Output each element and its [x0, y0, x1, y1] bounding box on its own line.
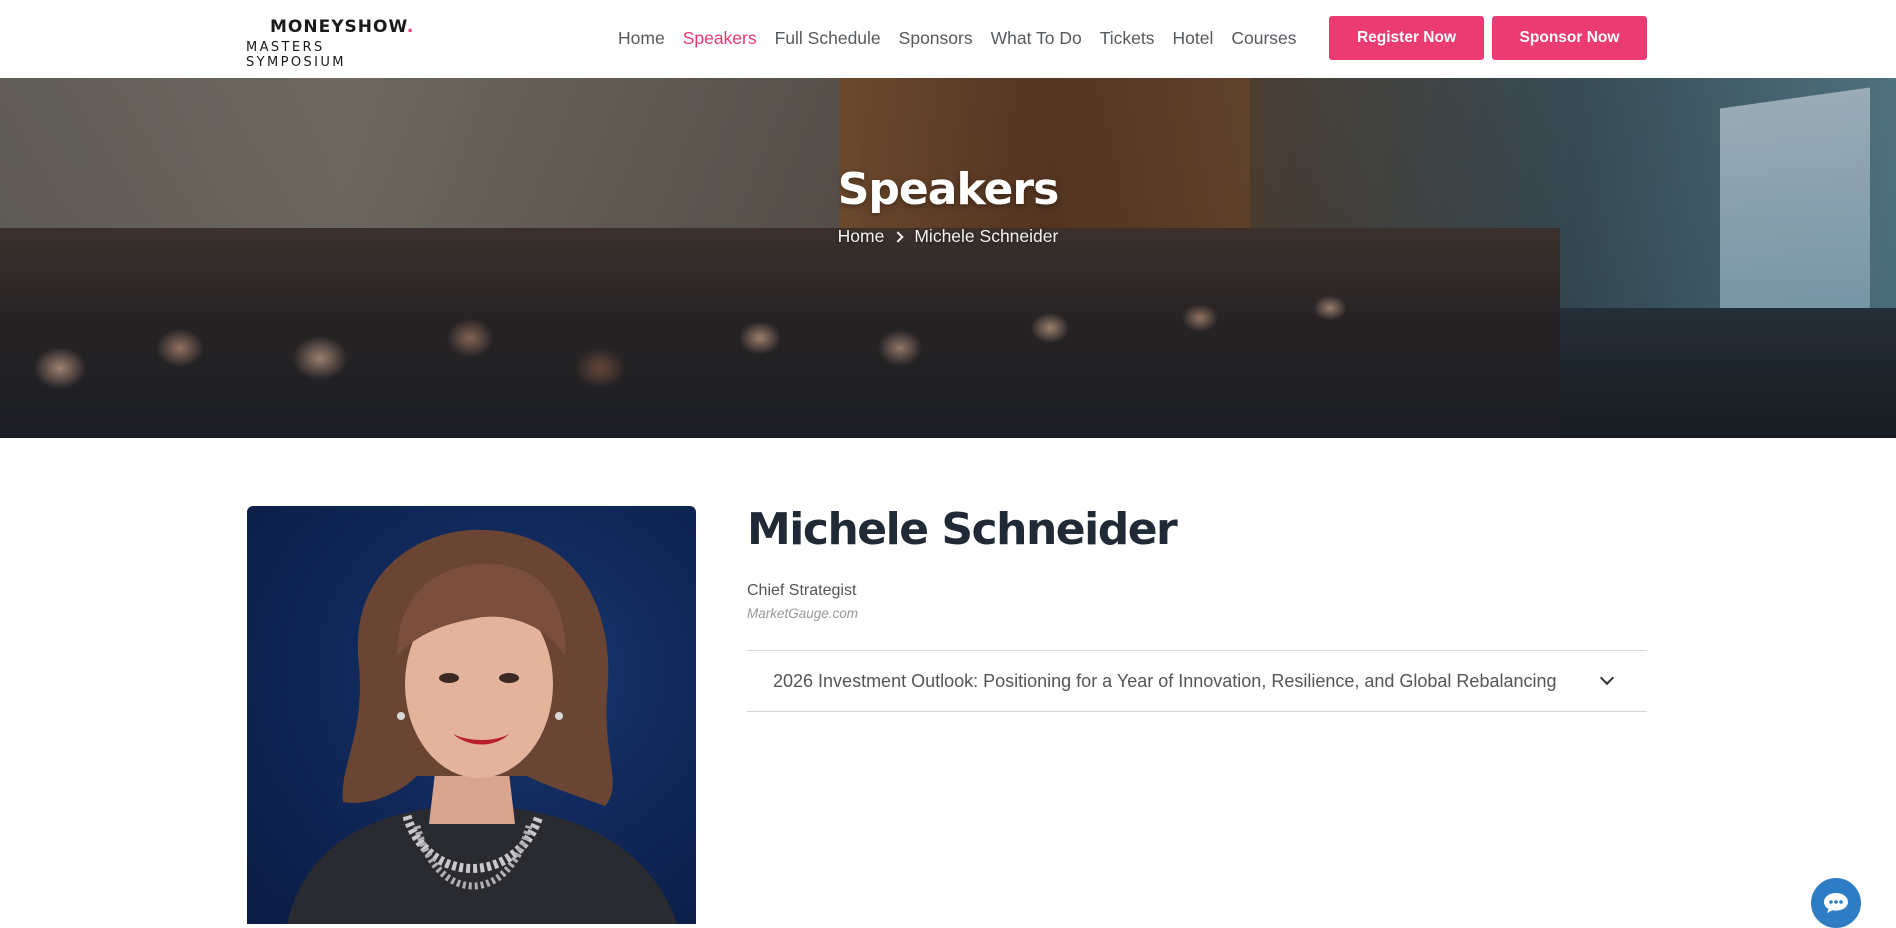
- main-nav: Home Speakers Full Schedule Sponsors Wha…: [618, 25, 1315, 51]
- site-header: MONEYSHOW. MASTERS SYMPOSIUM Home Speake…: [0, 0, 1896, 78]
- register-now-button[interactable]: Register Now: [1329, 16, 1484, 60]
- breadcrumb-home-link[interactable]: Home: [838, 226, 885, 247]
- speaker-portrait: [287, 529, 677, 924]
- logo[interactable]: MONEYSHOW. MASTERS SYMPOSIUM: [246, 17, 426, 70]
- breadcrumb: Home Michele Schneider: [0, 226, 1896, 247]
- hero-overlay: [0, 78, 1896, 438]
- nav-item-courses[interactable]: Courses: [1231, 28, 1296, 49]
- nav-item-home[interactable]: Home: [618, 28, 665, 49]
- speaker-company: MarketGauge.com: [747, 606, 859, 621]
- chat-icon: [1824, 893, 1848, 913]
- breadcrumb-current: Michele Schneider: [914, 226, 1059, 246]
- chevron-down-icon[interactable]: [1599, 670, 1615, 686]
- nav-item-sponsors[interactable]: Sponsors: [899, 28, 973, 49]
- speaker-name: Michele Schneider: [747, 504, 1178, 555]
- nav-item-full-schedule[interactable]: Full Schedule: [775, 28, 881, 49]
- session-accordion[interactable]: 2026 Investment Outlook: Positioning for…: [747, 650, 1647, 712]
- nav-item-hotel[interactable]: Hotel: [1173, 28, 1214, 49]
- speaker-photo: [247, 506, 696, 924]
- logo-wordmark: MONEYSHOW.: [270, 17, 415, 37]
- nav-item-what-to-do[interactable]: What To Do: [991, 28, 1082, 49]
- logo-subtitle: MASTERS SYMPOSIUM: [246, 40, 346, 70]
- sponsor-now-button[interactable]: Sponsor Now: [1492, 16, 1647, 60]
- nav-item-tickets[interactable]: Tickets: [1100, 28, 1155, 49]
- page-title: Speakers: [837, 164, 1060, 215]
- chevron-right-icon: [892, 230, 905, 243]
- hero-banner: Speakers Home Michele Schneider: [0, 78, 1896, 438]
- chat-button[interactable]: [1811, 878, 1861, 928]
- nav-item-speakers[interactable]: Speakers: [683, 28, 757, 49]
- speaker-job-title: Chief Strategist: [747, 582, 857, 599]
- session-title: 2026 Investment Outlook: Positioning for…: [773, 670, 1557, 691]
